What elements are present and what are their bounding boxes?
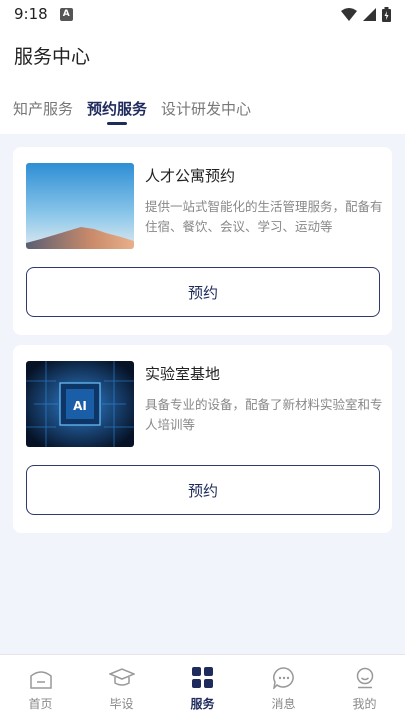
mountain-sky-image xyxy=(26,163,134,249)
tab-booking-services[interactable]: 预约服务 xyxy=(87,98,147,119)
book-button[interactable]: 预约 xyxy=(26,267,380,317)
service-description: 具备专业的设备，配备了新材料实验室和专人培训等 xyxy=(145,397,383,432)
nav-label: 服务 xyxy=(190,697,215,711)
grid-icon xyxy=(190,666,216,690)
nav-profile[interactable]: 我的 xyxy=(324,655,405,720)
tab-ip-services[interactable]: 知产服务 xyxy=(13,98,73,119)
graduation-cap-icon xyxy=(108,666,135,690)
nav-messages[interactable]: 消息 xyxy=(243,655,324,720)
user-icon xyxy=(352,666,378,690)
nav-graduation-project[interactable]: 毕设 xyxy=(81,655,162,720)
service-description: 提供一站式智能化的生活管理服务，配备有住宿、餐饮、会议、学习、运动等 xyxy=(145,199,383,234)
tab-bar: 知产服务 预约服务 设计研发中心 xyxy=(0,94,405,128)
nav-services[interactable]: 服务 xyxy=(162,655,243,720)
service-title: 实验室基地 xyxy=(145,365,221,383)
signal-icon xyxy=(363,7,376,21)
battery-icon xyxy=(382,6,391,22)
bottom-nav: 首页 毕设 服务 消息 我的 xyxy=(0,654,405,720)
nav-label: 消息 xyxy=(271,697,296,711)
service-card: 人才公寓预约 提供一站式智能化的生活管理服务，配备有住宿、餐饮、会议、学习、运动… xyxy=(13,147,392,335)
service-card: AI 实验室基地 具备专业的设备，配备了新材料实验室和专人培训等 预约 xyxy=(13,345,392,533)
nav-label: 首页 xyxy=(28,697,53,711)
nav-label: 毕设 xyxy=(109,697,134,711)
page-title: 服务中心 xyxy=(14,46,91,68)
wifi-icon xyxy=(341,7,357,21)
service-list: 人才公寓预约 提供一站式智能化的生活管理服务，配备有住宿、餐饮、会议、学习、运动… xyxy=(0,134,405,654)
nav-home[interactable]: 首页 xyxy=(0,655,81,720)
status-indicators xyxy=(341,6,391,22)
status-bar: 9:18 A xyxy=(0,0,405,28)
active-tab-indicator xyxy=(107,122,127,125)
home-icon xyxy=(28,666,54,690)
tab-design-rd-center[interactable]: 设计研发中心 xyxy=(161,98,251,119)
ai-chip-image: AI xyxy=(26,361,134,447)
nav-label: 我的 xyxy=(352,697,377,711)
chip-label: AI xyxy=(73,399,87,413)
service-title: 人才公寓预约 xyxy=(145,167,236,185)
message-icon xyxy=(271,666,297,690)
book-button[interactable]: 预约 xyxy=(26,465,380,515)
notification-icon: A xyxy=(59,7,73,21)
status-time: 9:18 xyxy=(14,5,48,23)
